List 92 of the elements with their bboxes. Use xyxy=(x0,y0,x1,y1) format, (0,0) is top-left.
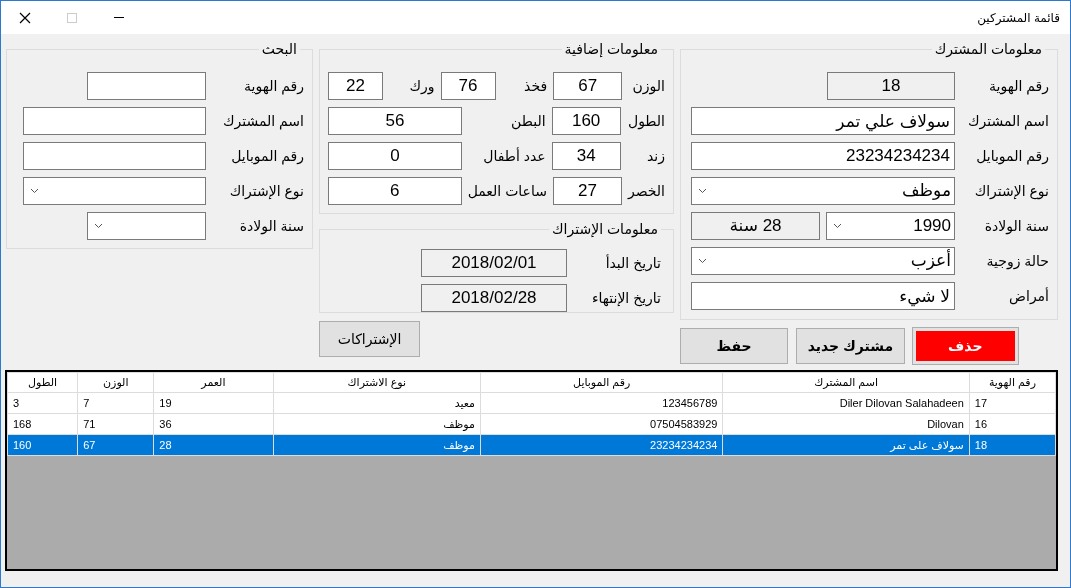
input-field[interactable] xyxy=(23,107,206,135)
dropdown[interactable]: 1990 xyxy=(826,212,955,240)
field-label: الخصر xyxy=(627,181,665,201)
chevron-icon xyxy=(30,188,39,194)
maximize-icon xyxy=(66,12,77,23)
input-field[interactable]: 22 xyxy=(328,72,383,100)
column-header[interactable]: العمر xyxy=(153,372,274,393)
table-cell: Dilovan xyxy=(722,413,970,435)
input-field[interactable]: 23234234234 xyxy=(691,142,955,170)
dropdown[interactable]: أعزب xyxy=(691,247,955,275)
field-label: أمراض xyxy=(1008,286,1049,307)
dropdown[interactable] xyxy=(23,177,206,205)
field-label: اسم المشترك xyxy=(966,111,1049,132)
action-button[interactable]: حفظ xyxy=(680,328,789,364)
input-field[interactable]: 2018/02/01 xyxy=(421,249,567,277)
close-icon xyxy=(18,11,31,24)
delete-button[interactable]: حذف xyxy=(912,328,1018,364)
chevron-icon xyxy=(698,258,707,264)
column-header[interactable]: الطول xyxy=(7,372,78,393)
table-cell: 160 xyxy=(7,434,78,456)
table-cell: 18 xyxy=(969,434,1056,456)
table-cell: 16 xyxy=(969,413,1056,435)
table-cell: 36 xyxy=(153,413,274,435)
input-field[interactable]: 6 xyxy=(327,177,462,205)
field-label: سنة الولادة xyxy=(983,216,1049,237)
table-cell: Diler Dilovan Salahadeen xyxy=(722,392,970,414)
field-label: تاريخ الإنتهاء xyxy=(590,288,661,309)
input-field[interactable]: 67 xyxy=(553,72,623,100)
subscriptions-button[interactable]: الإشتراكات xyxy=(319,321,420,357)
field-label: حالة زوجية xyxy=(985,251,1049,272)
field-label: سنة الولادة xyxy=(238,216,304,237)
action-button[interactable]: مشترك جديد xyxy=(796,328,905,364)
input-field[interactable]: لا شيء xyxy=(691,282,955,310)
input-field[interactable] xyxy=(23,142,206,170)
chevron-icon xyxy=(833,223,842,229)
field-label: الطول xyxy=(626,111,665,132)
input-field[interactable]: 0 xyxy=(328,142,462,170)
dropdown[interactable] xyxy=(87,212,206,240)
field-label: زند xyxy=(646,146,665,167)
dropdown[interactable]: موظف xyxy=(691,177,955,205)
table-cell: 28 xyxy=(153,434,274,456)
field-label: فخذ xyxy=(523,76,548,96)
input-field[interactable]: 160 xyxy=(551,107,621,135)
column-header[interactable]: اسم المشترك xyxy=(722,372,970,393)
group-title: معلومات المشترك xyxy=(933,42,1043,56)
table-cell: 17 xyxy=(969,392,1056,414)
field-label: نوع الإشتراك xyxy=(973,181,1049,202)
field-label: البطن xyxy=(510,111,546,132)
field-label: ساعات العمل xyxy=(467,181,547,201)
field-label: نوع الإشتراك xyxy=(228,181,304,202)
age-field: 28 سنة xyxy=(691,212,820,240)
input-field[interactable]: 76 xyxy=(440,72,496,100)
table-cell: 168 xyxy=(7,413,78,435)
table-cell: موظف xyxy=(273,434,481,456)
field-label: رقم الهوية xyxy=(243,76,304,97)
field-label: عدد أطفال xyxy=(482,146,546,166)
chevron-icon xyxy=(94,223,103,229)
column-header[interactable]: الوزن xyxy=(77,372,154,393)
input-field[interactable]: 18 xyxy=(827,72,955,100)
field-label: رقم الموبايل xyxy=(975,146,1049,167)
input-field[interactable]: 2018/02/28 xyxy=(421,284,567,312)
field-label: ورك xyxy=(408,76,435,97)
column-header[interactable]: رقم الهوية xyxy=(969,372,1056,393)
input-field[interactable]: سولاف علي تمر xyxy=(691,107,955,135)
input-field[interactable]: 34 xyxy=(551,142,621,170)
group-title: معلومات إضافية xyxy=(563,42,659,56)
field-label: الوزن xyxy=(631,76,665,97)
table-cell: معيد xyxy=(273,392,481,414)
group-title: معلومات الإشتراك xyxy=(551,222,659,236)
field-label: اسم المشترك xyxy=(221,111,304,132)
table-cell: سولاف على تمر xyxy=(722,434,970,456)
table-cell: 123456789 xyxy=(480,392,723,414)
field-label: رقم الهوية xyxy=(988,76,1049,97)
table-cell: 7 xyxy=(77,392,154,414)
input-field[interactable]: 56 xyxy=(328,107,462,135)
window-title: قائمة المشتركين xyxy=(976,9,1061,27)
chevron-icon xyxy=(698,188,707,194)
table-cell: 71 xyxy=(77,413,154,435)
table-cell: 23234234234 xyxy=(480,434,723,456)
field-label: تاريخ البدأ xyxy=(604,253,661,274)
group-title: البحث xyxy=(260,42,298,56)
field-label: رقم الموبايل xyxy=(230,146,304,167)
column-header[interactable]: رقم الموبايل xyxy=(480,372,723,393)
column-header[interactable]: نوع الاشتراك xyxy=(273,372,481,393)
input-field[interactable]: 27 xyxy=(552,177,622,205)
table-cell: 19 xyxy=(153,392,274,414)
minimize-icon xyxy=(113,16,124,19)
input-field[interactable] xyxy=(87,72,206,100)
table-cell: 07504583929 xyxy=(480,413,723,435)
table-cell: موظف xyxy=(273,413,481,435)
table-cell: 3 xyxy=(7,392,78,414)
table-cell: 67 xyxy=(77,434,154,456)
